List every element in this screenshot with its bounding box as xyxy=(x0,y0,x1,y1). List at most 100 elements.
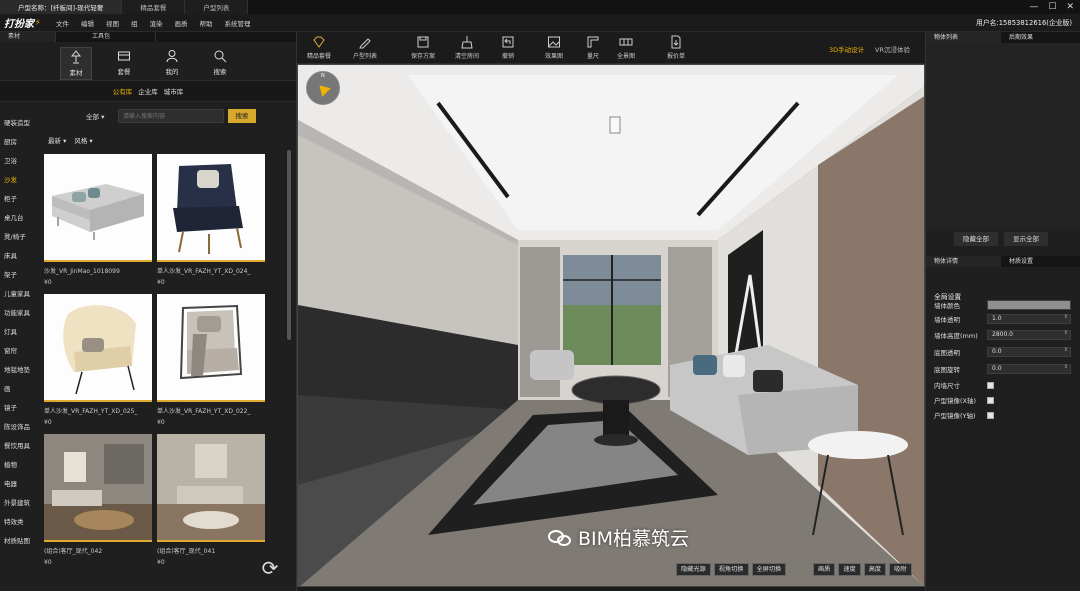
3d-viewport[interactable]: N 隐藏光源 视角切换 全屏切换 画质 速度 高度 吸附 xyxy=(297,64,925,587)
floorplan-list-button[interactable]: 户型列表 xyxy=(353,35,377,60)
menu-render[interactable]: 渲染 xyxy=(144,18,169,28)
menu-file[interactable]: 文件 xyxy=(50,18,75,28)
hide-lights-button[interactable]: 隐藏光源 xyxy=(676,563,711,576)
menu-group[interactable]: 组 xyxy=(125,18,144,28)
library-public[interactable]: 公有库 xyxy=(113,86,133,96)
stepper-icon[interactable]: ⇕ xyxy=(1064,364,1068,370)
category-item[interactable]: 材质贴图 xyxy=(0,532,40,551)
category-item[interactable]: 凳/椅子 xyxy=(0,228,40,247)
product-card[interactable]: 单人沙发_VR_FAZH_YT_XD_025_ ¥0 xyxy=(44,294,152,426)
mode-vr-experience[interactable]: VR沉浸体验 xyxy=(875,44,910,54)
ruler-button[interactable]: 量尺 xyxy=(586,35,600,60)
menu-quality[interactable]: 画质 xyxy=(169,18,194,28)
category-item[interactable]: 窗帘 xyxy=(0,342,40,361)
product-card[interactable]: 单人沙发_VR_FAZH_YT_XD_024_ ¥0 xyxy=(157,154,265,286)
category-item[interactable]: 灯具 xyxy=(0,323,40,342)
prop-wall-transparency: 墙体透明 1.0 ⇕ xyxy=(934,313,1074,325)
product-card[interactable]: 沙发_VR_JinMao_1018099 ¥0 xyxy=(44,154,152,286)
menu-edit[interactable]: 编辑 xyxy=(75,18,100,28)
product-price: ¥0 xyxy=(157,559,165,566)
library-city[interactable]: 城市库 xyxy=(164,86,184,96)
switch-view-button[interactable]: 视角切换 xyxy=(713,563,749,576)
category-item[interactable]: 画 xyxy=(0,380,40,399)
tab-floorplan-name[interactable]: 户型名称：[纤板间]-现代轻奢 xyxy=(0,0,123,14)
package-button[interactable]: 套餐 xyxy=(108,47,140,80)
inner-wall-size-checkbox[interactable] xyxy=(987,381,994,389)
menu-view[interactable]: 视图 xyxy=(100,18,125,28)
refresh-icon[interactable]: ⟳ xyxy=(258,556,282,580)
clear-room-button[interactable]: 清空房间 xyxy=(455,35,479,60)
category-item[interactable]: 儿童家具 xyxy=(0,285,40,304)
quality-button[interactable]: 画质 xyxy=(813,563,836,576)
category-item[interactable]: 厨房 xyxy=(0,133,40,152)
search-button[interactable]: 搜索 xyxy=(228,109,256,123)
category-item[interactable]: 柜子 xyxy=(0,190,40,209)
product-card[interactable]: (组合)客厅_现代_041 ¥0 xyxy=(157,434,265,566)
tab-toolkit[interactable]: 工具包 xyxy=(56,32,156,42)
fullscreen-button[interactable]: 全屏切换 xyxy=(751,563,787,576)
sort-style-dropdown[interactable]: 风格 ▾ xyxy=(74,135,92,145)
tab-premium-package[interactable]: 精品套餐 xyxy=(122,0,186,14)
category-item[interactable]: 地毯地垫 xyxy=(0,361,40,380)
hide-all-button[interactable]: 隐藏全部 xyxy=(954,232,998,246)
search-input[interactable] xyxy=(118,109,224,123)
category-item[interactable]: 植物 xyxy=(0,456,40,475)
category-item[interactable]: 功能家具 xyxy=(0,304,40,323)
search-scope-dropdown[interactable]: 全部 ▾ xyxy=(86,111,114,121)
wall-color-picker[interactable] xyxy=(987,300,1071,310)
tab-floorplan-list[interactable]: 户型列表 xyxy=(185,0,249,14)
stepper-icon[interactable]: ⇕ xyxy=(1064,347,1068,353)
category-item[interactable]: 架子 xyxy=(0,266,40,285)
wall-height-input[interactable]: 2800.0 xyxy=(987,330,1071,340)
height-button[interactable]: 高度 xyxy=(863,563,887,576)
search-tab-button[interactable]: 搜索 xyxy=(204,47,236,80)
mirror-y-checkbox[interactable] xyxy=(987,411,994,419)
category-item[interactable]: 卫浴 xyxy=(0,152,40,171)
category-item[interactable]: 陈设饰品 xyxy=(0,418,40,437)
render-image-button[interactable]: 效果图 xyxy=(545,35,563,60)
sort-latest-dropdown[interactable]: 最新 ▾ xyxy=(48,135,66,145)
product-card[interactable]: 单人沙发_VR_FAZH_YT_XD_022_ ¥0 xyxy=(157,294,265,426)
category-item[interactable]: 餐饮用具 xyxy=(0,437,40,456)
mode-3d-design[interactable]: 3D手动设计 xyxy=(829,44,864,54)
minimize-icon[interactable]: — xyxy=(1029,2,1038,12)
category-item[interactable]: 外景建筑 xyxy=(0,494,40,513)
category-item-sofa[interactable]: 沙发 xyxy=(0,171,40,190)
maximize-icon[interactable]: ☐ xyxy=(1048,2,1056,12)
panorama-button[interactable]: 全景图 xyxy=(617,35,635,60)
category-item[interactable]: 桌几台 xyxy=(0,209,40,228)
wall-transparency-input[interactable]: 1.0 xyxy=(987,314,1071,324)
category-item[interactable]: 镜子 xyxy=(0,399,40,418)
undo-button[interactable]: 撤销 xyxy=(501,35,515,60)
product-card[interactable]: (组合)客厅_现代_042 ¥0 xyxy=(44,434,152,566)
mirror-x-checkbox[interactable] xyxy=(987,396,994,404)
my-button[interactable]: 我的 xyxy=(156,47,188,80)
tab-object-details[interactable]: 物体详情 xyxy=(926,256,1001,267)
library-enterprise[interactable]: 企业库 xyxy=(138,86,158,96)
stepper-icon[interactable]: ⇕ xyxy=(1064,314,1068,320)
premium-package-button[interactable]: 精品套餐 xyxy=(307,35,331,60)
underlay-rotation-input[interactable]: 0.0 xyxy=(987,364,1071,374)
speed-button[interactable]: 速度 xyxy=(838,563,861,576)
stepper-icon[interactable]: ⇕ xyxy=(1064,330,1068,336)
show-all-button[interactable]: 显示全部 xyxy=(1004,232,1048,246)
menu-system[interactable]: 系统管理 xyxy=(219,18,257,28)
category-item[interactable]: 电器 xyxy=(0,475,40,494)
category-item[interactable]: 床具 xyxy=(0,247,40,266)
snap-button[interactable]: 吸附 xyxy=(889,563,912,576)
close-icon[interactable]: ✕ xyxy=(1066,2,1074,12)
category-item[interactable]: 特效类 xyxy=(0,513,40,532)
save-plan-button[interactable]: 保存方案 xyxy=(411,35,435,60)
tab-object-list[interactable]: 物体列表 xyxy=(926,32,1001,43)
tab-material-settings[interactable]: 材质设置 xyxy=(1001,256,1076,267)
product-scrollbar[interactable] xyxy=(287,150,291,340)
prop-wall-color: 墙体颜色 xyxy=(934,299,1074,311)
materials-button[interactable]: 素材 xyxy=(60,47,92,80)
menu-help[interactable]: 帮助 xyxy=(194,18,219,28)
tab-materials[interactable]: 素材 xyxy=(0,32,56,42)
tab-post-effects[interactable]: 后期效果 xyxy=(1001,32,1076,43)
compass-icon[interactable]: N xyxy=(306,71,340,105)
underlay-transparency-input[interactable]: 0.0 xyxy=(987,347,1071,357)
category-item[interactable]: 硬装造型 xyxy=(0,114,40,133)
quotation-button[interactable]: 报价单 xyxy=(667,35,685,60)
